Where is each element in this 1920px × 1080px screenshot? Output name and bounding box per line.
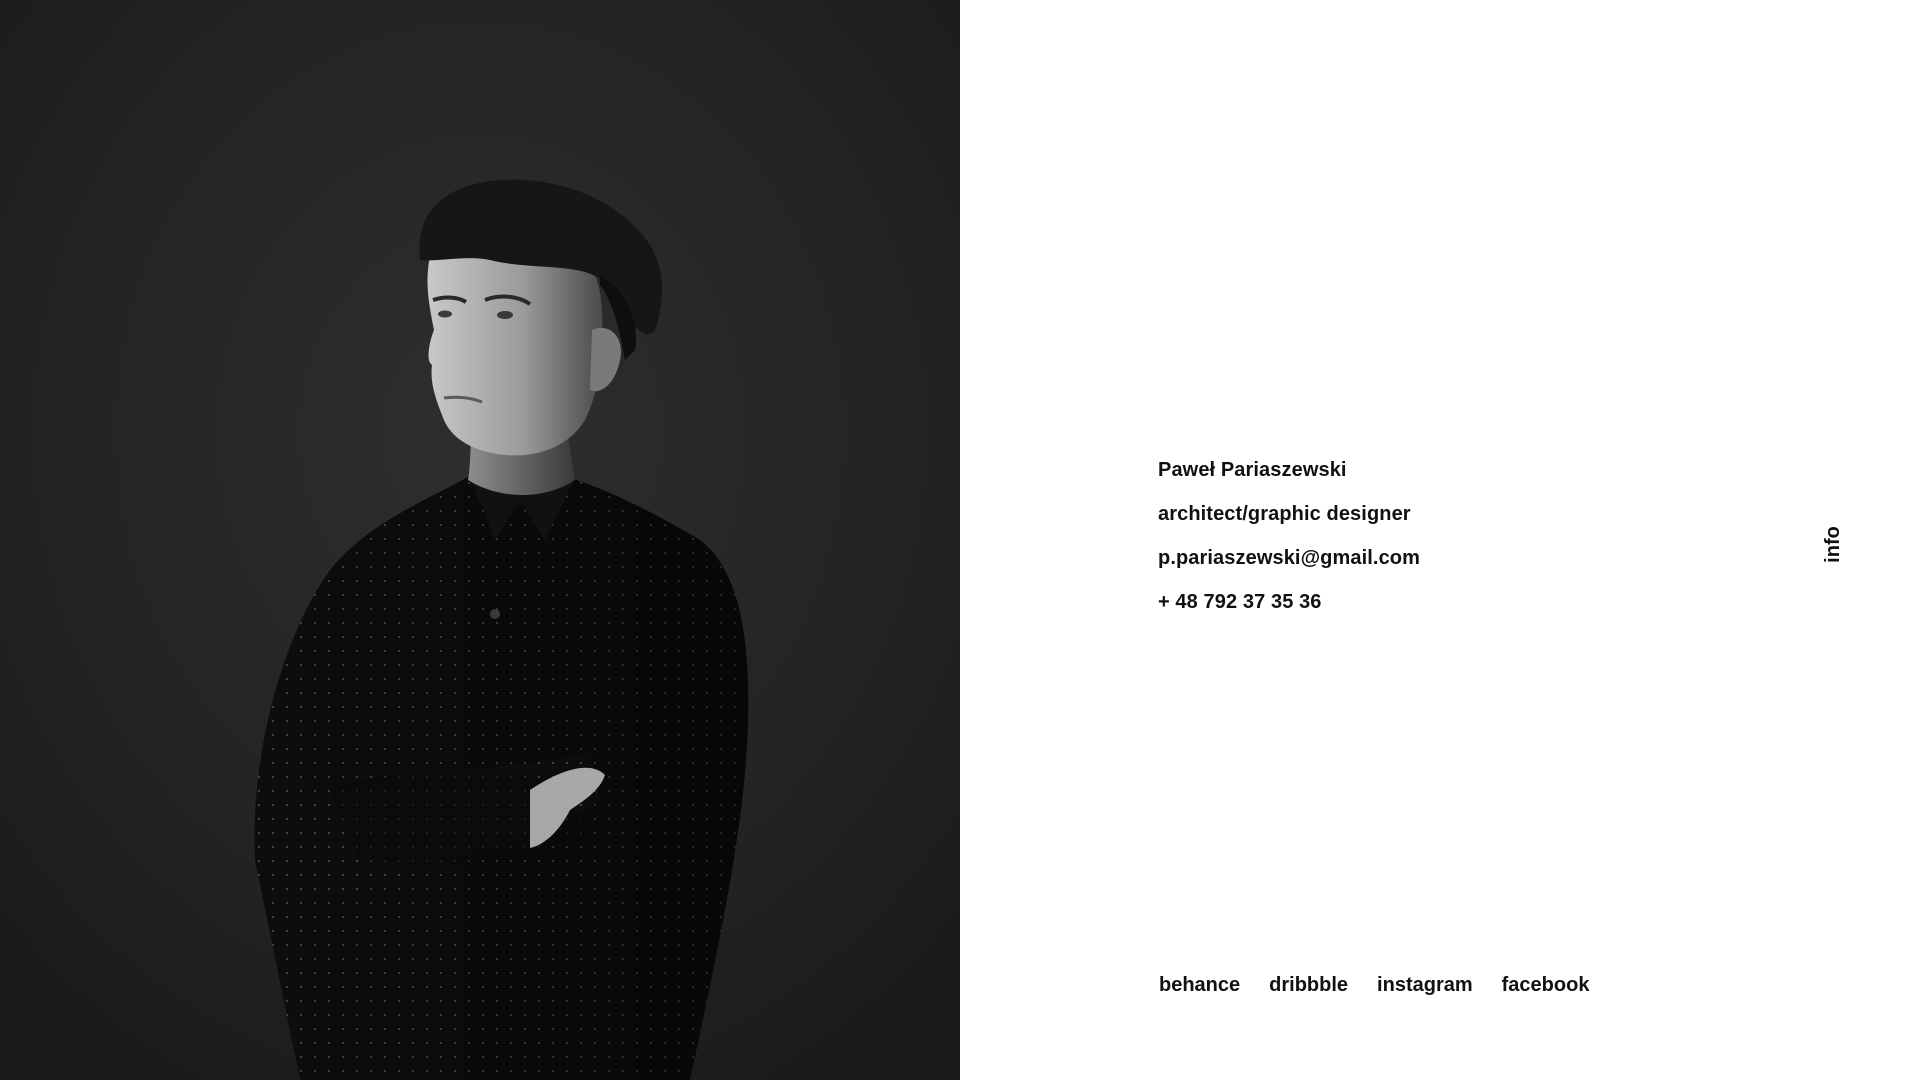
social-link-facebook[interactable]: facebook <box>1502 973 1590 997</box>
phone-link[interactable]: + 48 792 37 35 36 <box>1158 591 1322 613</box>
social-link-behance[interactable]: behance <box>1159 973 1240 997</box>
portrait-photo <box>0 0 960 1080</box>
contact-name: Paweł Pariaszewski <box>1158 459 1347 481</box>
contact-email-line: p.pariaszewski@gmail.com <box>1158 546 1420 570</box>
social-links: behance dribbble instagram facebook <box>1159 973 1589 997</box>
contact-info: Paweł Pariaszewski architect/graphic des… <box>1158 458 1420 634</box>
contact-role: architect/graphic designer <box>1158 503 1411 525</box>
contact-phone-line: + 48 792 37 35 36 <box>1158 590 1420 614</box>
info-toggle[interactable]: info <box>1818 524 1848 564</box>
portrait-illustration <box>0 0 960 1080</box>
email-link[interactable]: p.pariaszewski@gmail.com <box>1158 547 1420 569</box>
info-label[interactable]: info <box>1822 526 1845 563</box>
social-link-instagram[interactable]: instagram <box>1377 973 1473 997</box>
page: Paweł Pariaszewski architect/graphic des… <box>0 0 1920 1080</box>
social-link-dribbble[interactable]: dribbble <box>1269 973 1348 997</box>
